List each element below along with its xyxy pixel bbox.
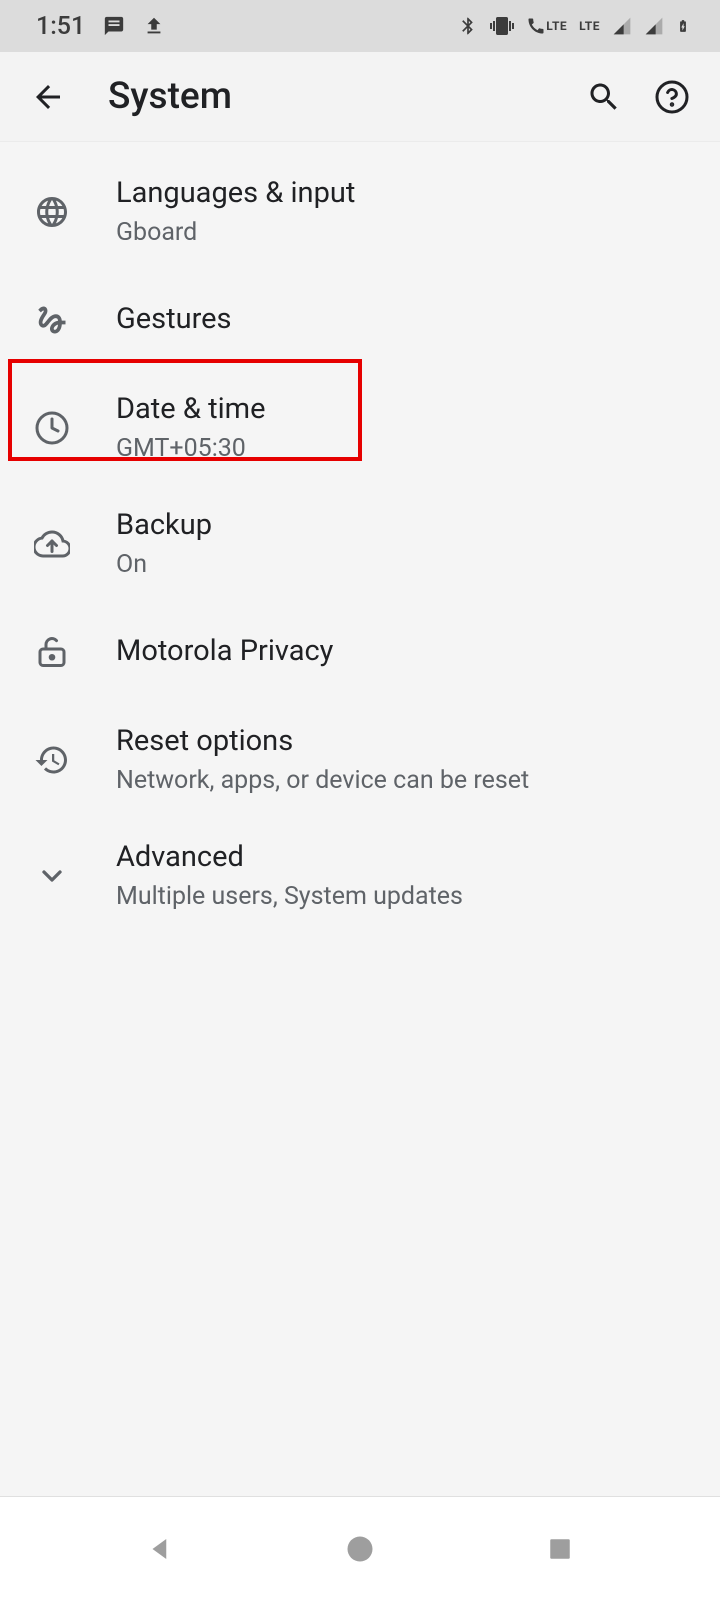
- circle-home-icon: [345, 1534, 375, 1564]
- signal-icon-1: [612, 16, 632, 36]
- item-subtitle: Gboard: [116, 217, 696, 250]
- volte-icon: LTE: [526, 16, 567, 36]
- bluetooth-icon: [458, 14, 478, 38]
- triangle-back-icon: [145, 1534, 175, 1564]
- lock-open-icon: [22, 634, 82, 670]
- item-title: Reset options: [116, 723, 696, 761]
- item-subtitle: GMT+05:30: [116, 433, 696, 466]
- item-title: Languages & input: [116, 175, 696, 213]
- help-icon: [654, 79, 690, 115]
- lte-badge: LTE: [579, 19, 600, 33]
- restore-icon: [22, 742, 82, 778]
- back-button[interactable]: [24, 73, 72, 121]
- settings-item-gestures[interactable]: Gestures: [0, 270, 720, 370]
- settings-item-privacy[interactable]: Motorola Privacy: [0, 602, 720, 702]
- settings-item-reset[interactable]: Reset options Network, apps, or device c…: [0, 702, 720, 818]
- search-button[interactable]: [580, 73, 628, 121]
- clock-icon: [22, 410, 82, 446]
- status-right: LTE LTE: [458, 14, 690, 38]
- message-icon: [103, 15, 125, 37]
- item-title: Motorola Privacy: [116, 633, 696, 671]
- item-title: Backup: [116, 507, 696, 545]
- signal-icon-2: [644, 16, 664, 36]
- globe-icon: [22, 194, 82, 230]
- navigation-bar: [0, 1496, 720, 1600]
- settings-item-date-time[interactable]: Date & time GMT+05:30: [0, 370, 720, 486]
- vibrate-icon: [490, 14, 514, 38]
- settings-item-languages[interactable]: Languages & input Gboard: [0, 154, 720, 270]
- nav-recent-button[interactable]: [520, 1519, 600, 1579]
- item-subtitle: Multiple users, System updates: [116, 881, 696, 914]
- status-left: 1:51: [36, 12, 165, 41]
- chevron-down-icon: [22, 860, 82, 892]
- battery-charging-icon: [676, 14, 690, 38]
- square-recent-icon: [547, 1536, 573, 1562]
- item-title: Date & time: [116, 391, 696, 429]
- status-time: 1:51: [36, 12, 85, 41]
- item-title: Advanced: [116, 839, 696, 877]
- help-button[interactable]: [648, 73, 696, 121]
- item-subtitle: On: [116, 549, 696, 582]
- arrow-back-icon: [30, 79, 66, 115]
- upload-icon: [143, 15, 165, 37]
- settings-list: Languages & input Gboard Gestures Date &…: [0, 142, 720, 934]
- gesture-icon: [22, 302, 82, 338]
- cloud-upload-icon: [22, 526, 82, 562]
- nav-home-button[interactable]: [320, 1519, 400, 1579]
- settings-item-backup[interactable]: Backup On: [0, 486, 720, 602]
- search-icon: [586, 79, 622, 115]
- app-bar: System: [0, 52, 720, 142]
- status-bar: 1:51 LTE LTE: [0, 0, 720, 52]
- lte-badge-small: LTE: [546, 19, 567, 33]
- item-subtitle: Network, apps, or device can be reset: [116, 765, 696, 798]
- nav-back-button[interactable]: [120, 1519, 200, 1579]
- settings-item-advanced[interactable]: Advanced Multiple users, System updates: [0, 818, 720, 934]
- item-title: Gestures: [116, 301, 696, 339]
- page-title: System: [108, 75, 560, 118]
